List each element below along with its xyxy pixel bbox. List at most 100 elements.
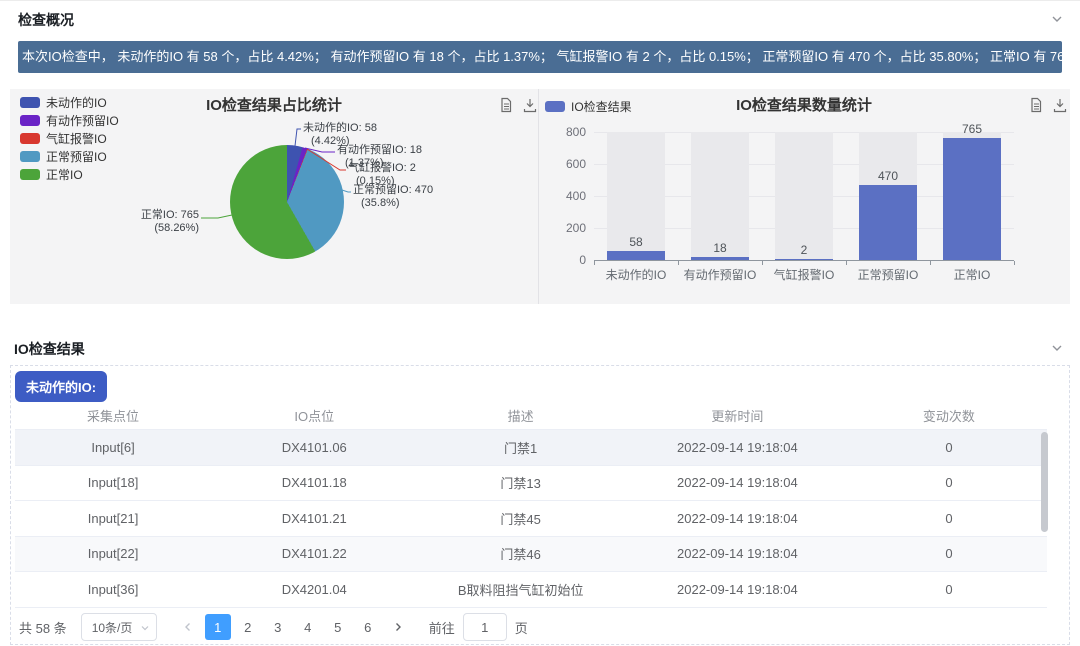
column-header: 采集点位	[15, 406, 211, 425]
column-header: 变动次数	[851, 406, 1047, 425]
column-header: 更新时间	[624, 406, 851, 425]
x-axis-tick	[678, 261, 679, 265]
bar[interactable]	[691, 257, 749, 260]
page-number-button[interactable]: 4	[295, 614, 321, 640]
select-chevron-down-icon	[140, 623, 150, 633]
table-cell: Input[21]	[15, 511, 211, 526]
table-cell: 门禁1	[417, 438, 623, 457]
x-axis-line	[594, 260, 1014, 261]
data-view-icon[interactable]	[498, 97, 514, 113]
x-axis-category-label: 正常预留IO	[846, 266, 930, 283]
category-badge-button[interactable]: 未动作的IO:	[15, 371, 107, 402]
legend-swatch	[20, 115, 40, 126]
page-number-button[interactable]: 3	[265, 614, 291, 640]
table-cell: DX4101.22	[211, 546, 417, 561]
bar-value-label: 2	[775, 243, 833, 257]
table-cell: Input[22]	[15, 546, 211, 561]
bar-chart-title: IO检查结果数量统计	[538, 94, 1070, 115]
page-number-button[interactable]: 2	[235, 614, 261, 640]
y-axis-tick-label: 600	[546, 157, 586, 171]
table-cell: 0	[851, 546, 1047, 561]
bar[interactable]	[607, 251, 665, 260]
overview-collapse-chevron-down-icon[interactable]	[1050, 12, 1064, 26]
column-header: 描述	[417, 406, 623, 425]
table-cell: 门禁46	[417, 544, 623, 563]
table-cell: DX4101.18	[211, 475, 417, 490]
table-cell: 0	[851, 440, 1047, 455]
pie-legend-item[interactable]: 气缸报警IO	[20, 129, 119, 147]
chevron-left-icon	[182, 621, 194, 633]
y-axis-tick-label: 200	[546, 221, 586, 235]
table-cell: 2022-09-14 19:18:04	[624, 440, 851, 455]
download-image-icon[interactable]	[1052, 97, 1068, 113]
table-cell: DX4101.06	[211, 440, 417, 455]
legend-swatch	[20, 151, 40, 162]
next-page-button[interactable]	[385, 614, 411, 640]
legend-label: 正常预留IO	[46, 148, 107, 165]
table-cell: 门禁45	[417, 509, 623, 528]
table-cell: 门禁13	[417, 473, 623, 492]
page-number-button[interactable]: 5	[325, 614, 351, 640]
io-inspection-page: 检查概况 本次IO检查中， 未动作的IO 有 58 个，占比 4.42%； 有动…	[0, 0, 1080, 646]
results-section-title: IO检查结果	[14, 339, 85, 359]
pie-legend-item[interactable]: 正常预留IO	[20, 147, 119, 165]
table-cell: 2022-09-14 19:18:04	[624, 546, 851, 561]
data-view-icon[interactable]	[1028, 97, 1044, 113]
x-axis-tick	[846, 261, 847, 265]
table-row: Input[18]DX4101.18门禁132022-09-14 19:18:0…	[15, 466, 1047, 502]
table-cell: Input[6]	[15, 440, 211, 455]
table-cell: 2022-09-14 19:18:04	[624, 511, 851, 526]
table-cell: DX4101.21	[211, 511, 417, 526]
goto-page-input[interactable]	[463, 613, 507, 641]
table-cell: 0	[851, 582, 1047, 597]
table-cell: Input[36]	[15, 582, 211, 597]
x-axis-category-label: 气缸报警IO	[762, 266, 846, 283]
legend-swatch	[20, 169, 40, 180]
page-number-button[interactable]: 6	[355, 614, 381, 640]
bar[interactable]	[943, 138, 1001, 260]
pie-legend-item[interactable]: 正常IO	[20, 165, 119, 183]
bar-background-band	[775, 132, 833, 260]
goto-suffix: 页	[515, 618, 528, 637]
legend-label: 正常IO	[46, 166, 83, 183]
results-collapse-chevron-down-icon[interactable]	[1050, 341, 1064, 355]
page-number-button-active[interactable]: 1	[205, 614, 231, 640]
pie-slice-label: 正常预留IO: 470(35.8%)	[353, 184, 433, 209]
table-cell: Input[18]	[15, 475, 211, 490]
chevron-right-icon	[392, 621, 404, 633]
table-cell: 0	[851, 511, 1047, 526]
table-row: Input[21]DX4101.21门禁452022-09-14 19:18:0…	[15, 501, 1047, 537]
table-row: Input[36]DX4201.04B取料阻挡气缸初始位2022-09-14 1…	[15, 572, 1047, 608]
prev-page-button[interactable]	[175, 614, 201, 640]
table-body: Input[6]DX4101.06门禁12022-09-14 19:18:040…	[15, 430, 1047, 608]
y-axis-tick-label: 800	[546, 125, 586, 139]
y-axis-tick-label: 400	[546, 189, 586, 203]
x-axis-tick	[930, 261, 931, 265]
table-header-row: 采集点位IO点位描述更新时间变动次数	[15, 401, 1047, 430]
overview-section-title: 检查概况	[18, 10, 74, 30]
bar-value-label: 58	[607, 235, 665, 249]
x-axis-category-label: 未动作的IO	[594, 266, 678, 283]
x-axis-tick	[1014, 261, 1015, 265]
bar-toolbox	[1028, 97, 1068, 113]
table-cell: DX4201.04	[211, 582, 417, 597]
table-scrollbar-thumb[interactable]	[1041, 432, 1048, 532]
pie-graphic[interactable]	[230, 145, 344, 259]
column-header: IO点位	[211, 406, 417, 425]
table-row: Input[22]DX4101.22门禁462022-09-14 19:18:0…	[15, 537, 1047, 573]
charts-panel: 未动作的IO有动作预留IO气缸报警IO正常预留IO正常IO IO检查结果占比统计…	[10, 89, 1070, 304]
pagination-total: 共 58 条	[19, 618, 67, 637]
bar-value-label: 470	[859, 169, 917, 183]
download-image-icon[interactable]	[522, 97, 538, 113]
bar[interactable]	[775, 259, 833, 260]
legend-label: 气缸报警IO	[46, 130, 107, 147]
legend-swatch	[20, 133, 40, 144]
goto-label: 前往	[429, 618, 455, 637]
y-axis-tick-label: 0	[546, 253, 586, 267]
bar[interactable]	[859, 185, 917, 260]
pie-toolbox	[498, 97, 538, 113]
table-cell: 0	[851, 475, 1047, 490]
table-cell: 2022-09-14 19:18:04	[624, 582, 851, 597]
page-size-select[interactable]: 10条/页	[81, 613, 157, 641]
pie-chart-title: IO检查结果占比统计	[10, 94, 538, 115]
